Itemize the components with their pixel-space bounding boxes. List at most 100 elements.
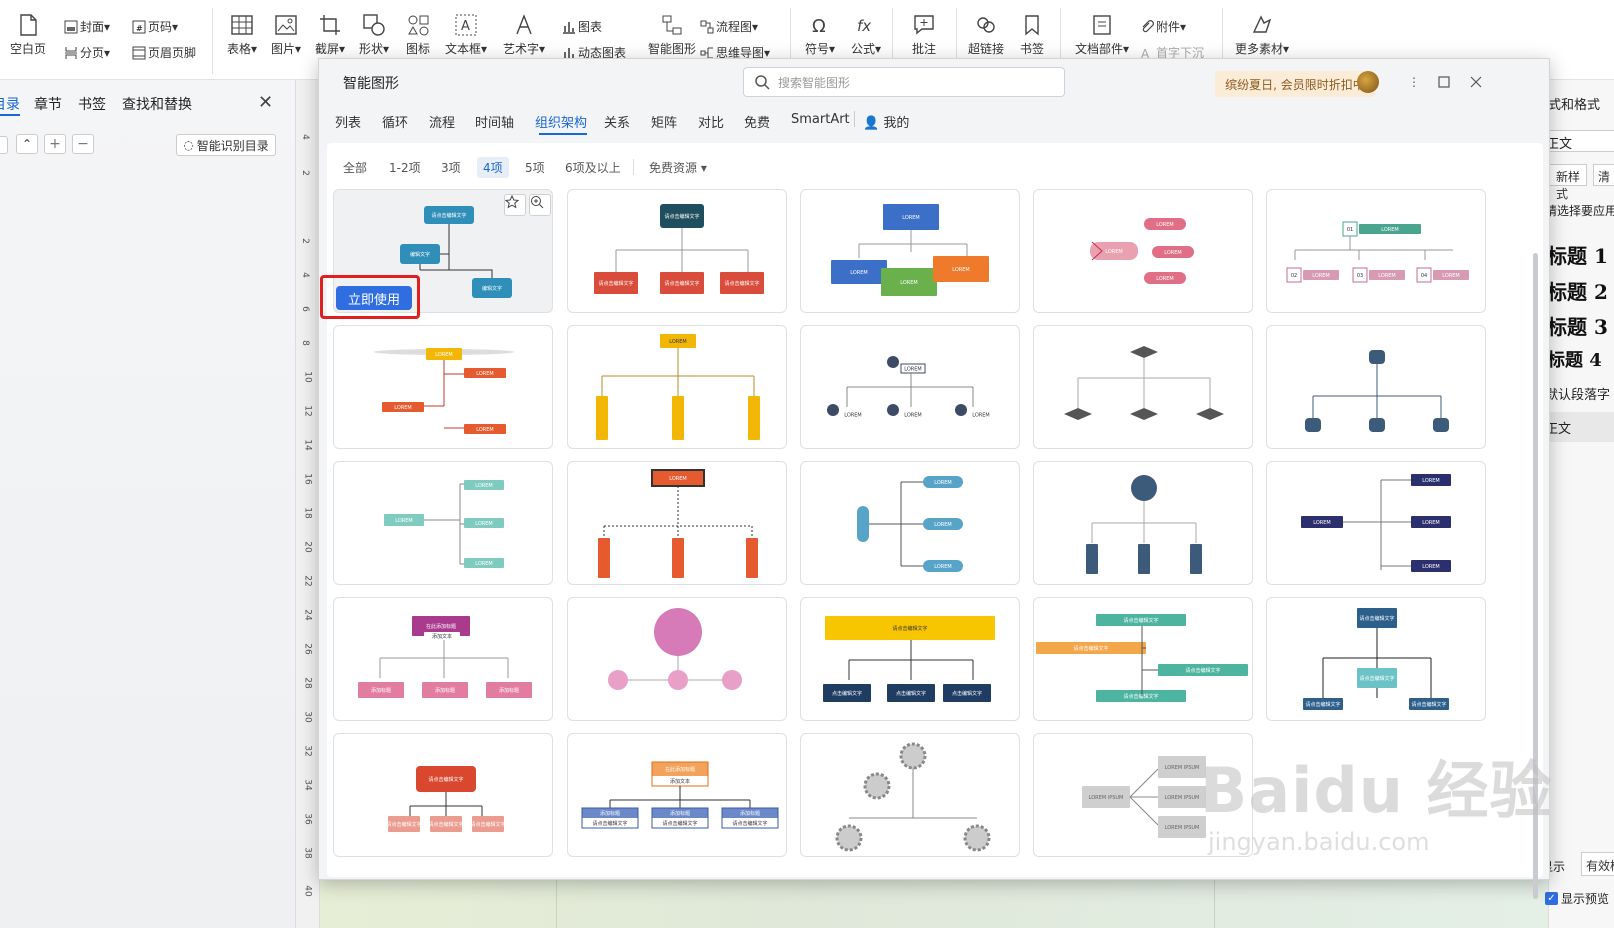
use-now-button[interactable]: 立即使用 xyxy=(336,286,412,310)
search-input[interactable]: 搜索智能图形 xyxy=(743,67,1065,97)
template-card-org-chart-orange-lines[interactable]: LOREM LOREM LOREM LOREM xyxy=(333,325,553,449)
template-card-org-chart-graduate[interactable] xyxy=(1033,325,1253,449)
cat-timeline[interactable]: 时间轴 xyxy=(475,112,514,131)
filter-1-2[interactable]: 1-2项 xyxy=(383,157,427,178)
zoom-in-icon[interactable] xyxy=(529,194,551,216)
doc-part-button[interactable]: 文档部件▾ xyxy=(1072,0,1132,58)
cat-cycle[interactable]: 循环 xyxy=(382,112,408,131)
hyperlink-button[interactable]: 超链接 xyxy=(962,0,1010,58)
template-thumbnail: 请点击编辑文字请点击编辑文字请点击编辑文字请点击编辑文字 xyxy=(1303,608,1449,710)
symbol-button[interactable]: Ω 符号▾ xyxy=(796,0,844,58)
cat-relation[interactable]: 关系 xyxy=(604,112,630,131)
collapse-handle[interactable] xyxy=(0,136,8,154)
template-card-org-chart-teal-branch[interactable]: LOREM LOREM LOREM LOREM xyxy=(333,461,553,585)
maximize-icon[interactable] xyxy=(1435,73,1453,91)
style-default-font[interactable]: 默认段落字 xyxy=(1545,384,1610,403)
cat-free[interactable]: 免费 xyxy=(744,112,770,131)
bookmark-button[interactable]: 书签 xyxy=(1008,0,1056,58)
image-button[interactable]: 图片▾ xyxy=(262,0,310,58)
template-card-org-chart-mixed-bars[interactable]: 请点击编辑文字 请点击编辑文字 请点击编辑文字 请点击编辑文字 xyxy=(1033,597,1253,721)
template-card-org-chart-orange-dashed[interactable]: LOREM xyxy=(567,461,787,585)
blank-page-button[interactable]: 空白页 xyxy=(4,0,52,58)
page-number-button[interactable]: # 页码 ▾ xyxy=(132,18,178,35)
style-heading-2[interactable]: 标题 2 xyxy=(1547,276,1608,305)
template-card-org-chart-multicolor[interactable]: LOREM LOREM LOREM LOREM xyxy=(800,189,1020,313)
cat-mine[interactable]: 👤 我的 xyxy=(863,112,909,131)
cover-button[interactable]: 封面 ▾ xyxy=(64,18,110,35)
textbox-button[interactable]: A 文本框▾ xyxy=(442,0,490,58)
template-card-org-chart-numbered[interactable]: 01 LOREM 02 LOREM 03 LOREM 04 LOREM xyxy=(1266,189,1486,313)
template-card-org-chart-gears[interactable] xyxy=(800,733,1020,857)
style-body-selected[interactable]: 正文 xyxy=(1545,412,1614,442)
nav-tab-chapter[interactable]: 章节 xyxy=(34,94,62,114)
template-card-org-chart-red[interactable]: 请点击编辑文字 请点击编辑文字 请点击编辑文字 请点击编辑文字 xyxy=(567,189,787,313)
shape-button[interactable]: 形状▾ xyxy=(350,0,398,58)
promo-banner[interactable]: 缤纷夏日, 会员限时折扣中 xyxy=(1215,71,1375,97)
template-card-org-chart-blue-hierarchy[interactable]: 请点击编辑文字 请点击编辑文字 请点击编辑文字 请点击编辑文字 xyxy=(1266,597,1486,721)
template-card-org-chart-pink-arrow[interactable]: LOREM LOREM LOREM LOREM xyxy=(1033,189,1253,313)
template-card-org-chart-pink-circles[interactable] xyxy=(567,597,787,721)
template-card-org-chart-blue-pills[interactable]: LOREM LOREM LOREM xyxy=(800,461,1020,585)
nav-tab-find-replace[interactable]: 查找和替换 xyxy=(122,94,192,114)
page-break-button[interactable]: 分页 ▾ xyxy=(64,44,110,61)
smart-art-button[interactable]: 智能图形 xyxy=(642,0,702,58)
wordart-button[interactable]: 艺术字▾ xyxy=(500,0,548,58)
template-card-org-chart-yellow-vertical[interactable]: LOREM xyxy=(567,325,787,449)
filter-5[interactable]: 5项 xyxy=(519,157,551,178)
attachment-button[interactable]: 附件 ▾ xyxy=(1140,18,1186,35)
screenshot-button[interactable]: 截屏▾ xyxy=(306,0,354,58)
nav-tab-toc[interactable]: 目录 xyxy=(0,94,20,116)
plus-icon[interactable]: + xyxy=(44,134,66,154)
preview-checkbox[interactable]: ✓ xyxy=(1545,892,1558,905)
doc-part-icon xyxy=(1089,12,1115,38)
template-card-org-chart-blue-nodes[interactable] xyxy=(1266,325,1486,449)
ruler-tick: 8 xyxy=(299,340,310,346)
filter-6-plus[interactable]: 6项及以上 xyxy=(559,157,627,178)
cat-process[interactable]: 流程 xyxy=(429,112,455,131)
minus-icon[interactable]: − xyxy=(72,134,94,154)
header-footer-button[interactable]: 页眉页脚 xyxy=(132,44,196,61)
show-style-select[interactable]: 有效样 xyxy=(1581,852,1614,876)
filter-all[interactable]: 全部 xyxy=(337,157,373,178)
cat-compare[interactable]: 对比 xyxy=(698,112,724,131)
style-heading-4[interactable]: 标题 4 xyxy=(1547,346,1602,372)
current-style-field[interactable]: 正文 xyxy=(1546,130,1614,152)
filter-free-resources[interactable]: 免费资源 ▾ xyxy=(643,157,713,178)
filter-3[interactable]: 3项 xyxy=(435,157,467,178)
page-break-icon xyxy=(65,46,77,59)
template-card-org-chart-navy-branch[interactable]: LOREM LOREM LOREM LOREM xyxy=(1266,461,1486,585)
comment-button[interactable]: 批注 xyxy=(900,0,948,58)
chevron-up-icon[interactable]: ⌃ xyxy=(16,134,38,154)
more-options-icon[interactable]: ⋮ xyxy=(1405,73,1423,91)
template-card-org-chart-yellow-banner[interactable]: 请点击编辑文字 点击编辑文字 点击编辑文字 点击编辑文字 xyxy=(800,597,1020,721)
close-icon[interactable]: ✕ xyxy=(258,92,273,113)
svg-text:添加标题: 添加标题 xyxy=(740,810,760,817)
formula-button[interactable]: fx 公式▾ xyxy=(842,0,890,58)
svg-text:LOREM: LOREM xyxy=(934,522,952,528)
template-card-org-chart-red-rounded[interactable]: 请点击编辑文字 请点击编辑文字 请点击编辑文字 请点击编辑文字 xyxy=(333,733,553,857)
table-button[interactable]: 表格▾ xyxy=(218,0,266,58)
more-material-button[interactable]: 更多素材▾ xyxy=(1232,0,1292,58)
nav-tab-bookmark[interactable]: 书签 xyxy=(78,94,106,114)
template-card-org-chart-purple-title[interactable]: 在此添加标题 添加文本 添加标题 添加标题 添加标题 xyxy=(333,597,553,721)
avatar[interactable] xyxy=(1357,71,1379,93)
cat-matrix[interactable]: 矩阵 xyxy=(651,112,677,131)
clear-style-button[interactable]: 清 xyxy=(1593,164,1614,186)
close-dialog-icon[interactable] xyxy=(1467,73,1485,91)
icon-button[interactable]: 图标 xyxy=(394,0,442,58)
svg-text:03: 03 xyxy=(1357,273,1363,279)
cat-list[interactable]: 列表 xyxy=(335,112,361,131)
flowchart-button[interactable]: 流程图 ▾ xyxy=(700,18,758,35)
chart-button[interactable]: 图表 xyxy=(562,18,602,35)
style-heading-3[interactable]: 标题 3 xyxy=(1547,311,1608,340)
cat-smartart[interactable]: SmartArt xyxy=(791,112,850,127)
cat-org-chart[interactable]: 组织架构 xyxy=(535,112,587,131)
star-icon[interactable] xyxy=(504,194,526,216)
template-card-org-chart-circle-top[interactable] xyxy=(1033,461,1253,585)
style-heading-1[interactable]: 标题 1 xyxy=(1547,240,1608,269)
template-card-org-chart-people[interactable]: LOREM LOREM LOREM LOREM xyxy=(800,325,1020,449)
filter-4[interactable]: 4项 xyxy=(477,157,509,178)
smart-toc-button[interactable]: ◌ 智能识别目录 xyxy=(176,134,276,156)
template-card-org-chart-blue-boxes[interactable]: 在此添加标题 添加文本 添加标题 请点击编辑文字 添加标题 请点击编辑文字 添加标题 请点击编… xyxy=(567,733,787,857)
textbox-icon: A xyxy=(453,12,479,38)
